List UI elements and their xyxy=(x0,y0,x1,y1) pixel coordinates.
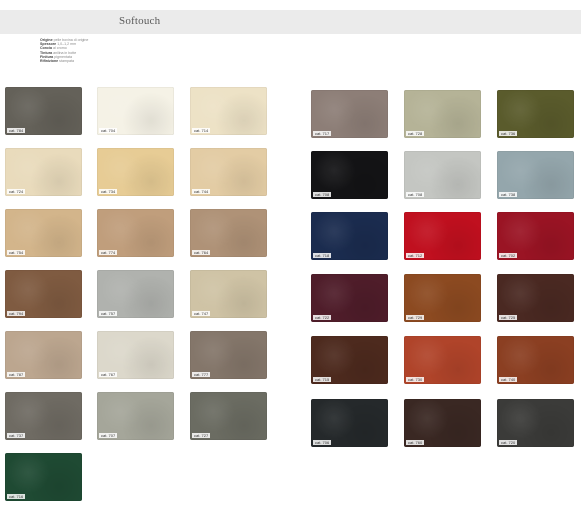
color-swatch[interactable]: cat. 704 xyxy=(97,87,174,135)
swatch-code: cat. 767 xyxy=(99,372,118,377)
color-swatch[interactable]: cat. 787 xyxy=(5,331,82,379)
color-swatch[interactable]: cat. 777 xyxy=(190,331,267,379)
swatch-code: cat. 716 xyxy=(7,494,26,499)
color-swatch[interactable]: cat. 728 xyxy=(404,90,481,138)
color-swatch[interactable]: cat. 784 xyxy=(5,87,82,135)
swatch-code: cat. 715 xyxy=(313,377,332,382)
color-swatch[interactable]: cat. 720 xyxy=(497,399,574,447)
color-swatch[interactable]: cat. 764 xyxy=(190,209,267,257)
swatch-code: cat. 737 xyxy=(7,433,26,438)
swatch-code: cat. 708 xyxy=(406,192,425,197)
swatch-code: cat. 757 xyxy=(99,311,118,316)
swatch-code: cat. 754 xyxy=(7,250,26,255)
swatch-code: cat. 734 xyxy=(99,189,118,194)
color-swatch[interactable]: cat. 714 xyxy=(190,87,267,135)
page-title: Softouch xyxy=(119,15,161,27)
swatch-code: cat. 725 xyxy=(499,315,518,320)
color-swatch[interactable]: cat. 757 xyxy=(97,270,174,318)
color-swatch[interactable]: cat. 729 xyxy=(404,274,481,322)
header-band xyxy=(0,10,581,34)
color-swatch[interactable]: cat. 717 xyxy=(311,90,388,138)
color-swatch[interactable]: cat. 708 xyxy=(311,151,388,199)
color-swatch[interactable]: cat. 794 xyxy=(5,270,82,318)
swatch-code: cat. 727 xyxy=(192,433,211,438)
color-swatch[interactable]: cat. 737 xyxy=(5,392,82,440)
swatch-code: cat. 712 xyxy=(406,253,425,258)
spec-line: Rifinizione stampata xyxy=(40,59,74,64)
swatch-code: cat. 702 xyxy=(499,253,518,258)
swatch-code: cat. 717 xyxy=(313,131,332,136)
swatch-code: cat. 744 xyxy=(192,189,211,194)
swatch-code: cat. 787 xyxy=(7,372,26,377)
swatch-code: cat. 720 xyxy=(499,440,518,445)
swatch-code: cat. 794 xyxy=(7,311,26,316)
swatch-code: cat. 714 xyxy=(192,128,211,133)
color-swatch[interactable]: cat. 767 xyxy=(97,331,174,379)
color-swatch[interactable]: cat. 712 xyxy=(404,212,481,260)
swatch-code: cat. 706 xyxy=(313,440,332,445)
swatch-code: cat. 704 xyxy=(99,128,118,133)
swatch-code: cat. 728 xyxy=(406,131,425,136)
swatch-code: cat. 740 xyxy=(499,377,518,382)
swatch-code: cat. 736 xyxy=(499,131,518,136)
color-swatch[interactable]: cat. 734 xyxy=(97,148,174,196)
color-swatch[interactable]: cat. 730 xyxy=(404,336,481,384)
swatch-code: cat. 730 xyxy=(406,377,425,382)
swatch-code: cat. 708 xyxy=(313,192,332,197)
color-swatch[interactable]: cat. 725 xyxy=(497,274,574,322)
swatch-code: cat. 738 xyxy=(499,192,518,197)
color-swatch[interactable]: cat. 707 xyxy=(97,392,174,440)
color-swatch[interactable]: cat. 740 xyxy=(497,336,574,384)
color-swatch[interactable]: cat. 738 xyxy=(497,151,574,199)
color-swatch[interactable]: cat. 702 xyxy=(497,212,574,260)
swatch-code: cat. 718 xyxy=(313,253,332,258)
color-swatch[interactable]: cat. 715 xyxy=(311,336,388,384)
swatch-code: cat. 724 xyxy=(7,189,26,194)
color-swatch[interactable]: cat. 706 xyxy=(311,399,388,447)
color-swatch[interactable]: cat. 708 xyxy=(404,151,481,199)
color-swatch[interactable]: cat. 747 xyxy=(190,270,267,318)
swatch-code: cat. 774 xyxy=(99,250,118,255)
color-swatch[interactable]: cat. 727 xyxy=(190,392,267,440)
swatch-code: cat. 760 xyxy=(406,440,425,445)
swatch-code: cat. 722 xyxy=(313,315,332,320)
swatch-code: cat. 729 xyxy=(406,315,425,320)
swatch-code: cat. 747 xyxy=(192,311,211,316)
color-swatch[interactable]: cat. 722 xyxy=(311,274,388,322)
color-swatch[interactable]: cat. 724 xyxy=(5,148,82,196)
color-swatch[interactable]: cat. 716 xyxy=(5,453,82,501)
color-swatch[interactable]: cat. 736 xyxy=(497,90,574,138)
swatch-code: cat. 777 xyxy=(192,372,211,377)
swatch-code: cat. 784 xyxy=(7,128,26,133)
color-swatch[interactable]: cat. 754 xyxy=(5,209,82,257)
swatch-code: cat. 707 xyxy=(99,433,118,438)
color-swatch[interactable]: cat. 718 xyxy=(311,212,388,260)
swatch-code: cat. 764 xyxy=(192,250,211,255)
color-swatch[interactable]: cat. 774 xyxy=(97,209,174,257)
color-swatch[interactable]: cat. 744 xyxy=(190,148,267,196)
spec-list: Origine pelle bovina di origine Spessore… xyxy=(40,38,88,63)
color-swatch[interactable]: cat. 760 xyxy=(404,399,481,447)
